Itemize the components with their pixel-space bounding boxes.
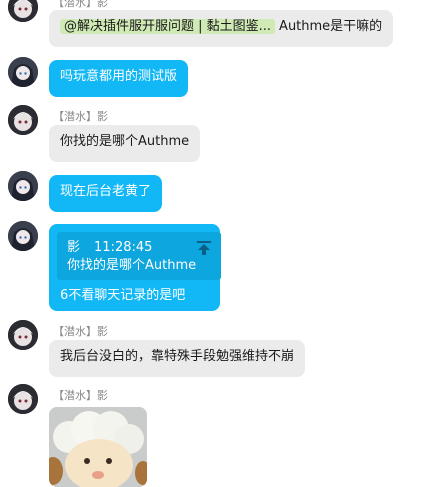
message-text: Authme是干嘛的: [279, 19, 383, 34]
message-bubble[interactable]: 影 11:28:45 你找的是哪个Authme 6不看聊天记录的是吧: [49, 224, 221, 311]
avatar-other[interactable]: [8, 105, 38, 135]
quote-text: 你找的是哪个Authme: [67, 258, 197, 273]
sender-name: 【潜水】影: [53, 325, 108, 338]
message-bubble[interactable]: 你找的是哪个Authme: [49, 125, 201, 162]
message-text: 吗玩意都用的测试版: [60, 69, 178, 84]
sender-name: 【潜水】影: [53, 110, 108, 123]
message-text: 6不看聊天记录的是吧: [60, 288, 186, 303]
message-bubble[interactable]: @解决插件服开服问题 | 黏土图鉴... Authme是干嘛的: [49, 10, 394, 47]
mention-tag[interactable]: @解决插件服开服问题 | 黏土图鉴...: [60, 19, 276, 34]
message-text: 现在后台老黄了: [60, 184, 152, 199]
sheep-sticker[interactable]: [49, 407, 147, 487]
avatar-self[interactable]: [8, 221, 38, 251]
sender-name: 【潜水】影: [53, 389, 108, 402]
message-bubble[interactable]: 我后台没白的，靠特殊手段勉强维持不崩: [49, 340, 306, 377]
quoted-message[interactable]: 影 11:28:45 你找的是哪个Authme: [57, 232, 221, 280]
message-text: 我后台没白的，靠特殊手段勉强维持不崩: [60, 349, 295, 364]
avatar-other[interactable]: [8, 320, 38, 350]
message-bubble[interactable]: 现在后台老黄了: [49, 175, 163, 212]
quote-author: 影: [67, 240, 81, 255]
avatar-other[interactable]: [8, 0, 38, 22]
avatar-self[interactable]: [8, 171, 38, 201]
sender-name: 【潜水】影: [53, 0, 108, 9]
avatar-other[interactable]: [8, 384, 38, 414]
jump-to-quote-icon[interactable]: [196, 240, 212, 256]
message-text: 你找的是哪个Authme: [60, 134, 190, 149]
message-bubble[interactable]: 吗玩意都用的测试版: [49, 60, 189, 97]
quote-time: 11:28:45: [94, 240, 153, 255]
avatar-self[interactable]: [8, 57, 38, 87]
